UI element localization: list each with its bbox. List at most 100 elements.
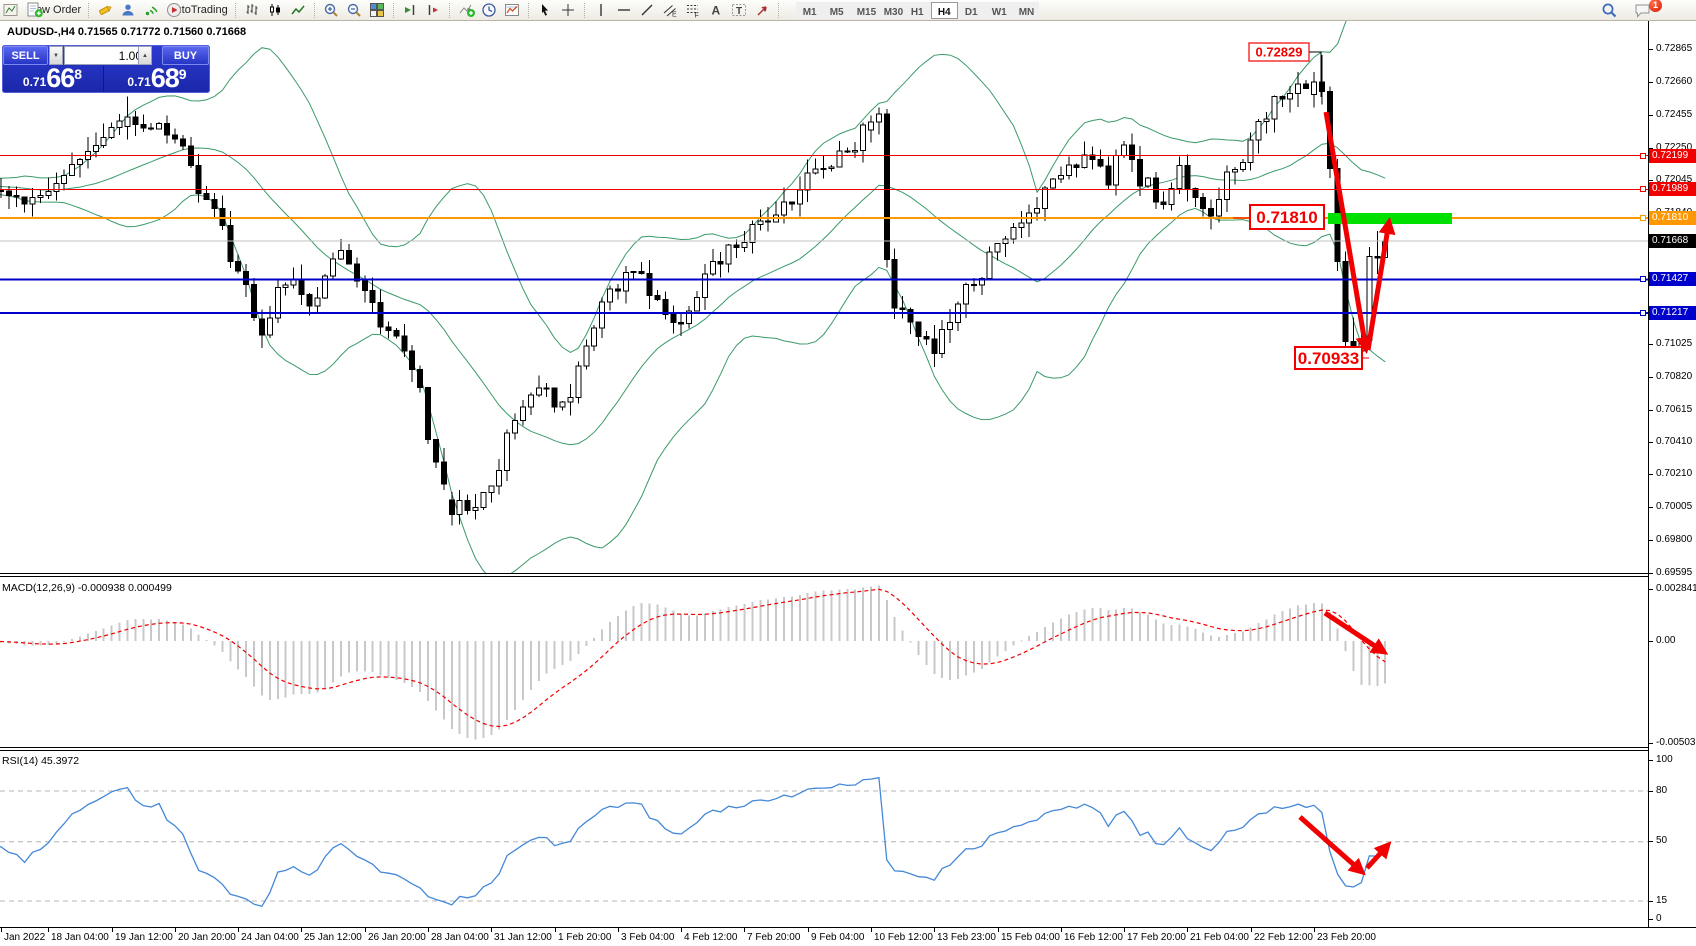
hline-knob[interactable] [1640,276,1646,282]
candle [172,129,177,144]
volume-input[interactable] [64,46,147,65]
candle [655,290,660,301]
periods-icon[interactable]: ▾ [480,1,503,20]
timeframe-d1[interactable]: D1 [958,2,985,19]
sell-button[interactable]: SELL [3,46,48,65]
zoom-out-icon[interactable] [345,1,368,20]
timeframe-m30[interactable]: M30 [877,2,904,19]
text-label-icon[interactable]: T [730,1,753,20]
templates-icon[interactable]: ▾ [503,1,526,20]
candle [671,306,676,334]
text-icon[interactable]: A [707,1,730,20]
price-tag-0.71427[interactable]: 0.71427 [1649,272,1696,286]
timeframe-mn[interactable]: MN [1012,2,1039,19]
price-callout[interactable]: 0.72829 [1249,43,1321,97]
candle [228,211,233,268]
candle [876,108,881,135]
pane-separator[interactable] [0,576,1696,577]
price-tag-0.71810[interactable]: 0.71810 [1649,211,1696,225]
rsi-pane [0,751,1648,927]
candle [774,201,779,222]
timeframe-m5[interactable]: M5 [823,2,850,19]
macd-indicator-label: MACD(12,26,9) -0.000938 0.000499 [2,582,172,594]
hline-knob[interactable] [1640,215,1646,221]
rsi-axis-label: 0 [1656,913,1662,924]
candle [1090,147,1095,170]
time-axis-tickmark [1314,928,1315,932]
volume-increase-button[interactable]: ▲ [138,46,152,65]
price-callout[interactable]: 0.71810 [1233,205,1324,229]
tile-windows-icon[interactable] [368,1,391,20]
hline-knob[interactable] [1640,186,1646,192]
horizontal-line-icon[interactable] [615,1,638,20]
profile-icon[interactable] [119,1,142,20]
signal-icon[interactable] [142,1,165,20]
pane-separator[interactable] [0,573,1696,574]
mt-logo-icon[interactable] [2,1,25,20]
cursor-icon[interactable] [536,1,559,20]
trend-arrow[interactable] [1300,817,1362,872]
timeframe-group: M1M5M15M30H1H4D1W1MN [796,2,1039,19]
time-tick-label: 23 Feb 20:00 [1317,932,1376,943]
price-axis-column[interactable]: 0.728650.726600.724550.722500.720450.718… [1649,21,1696,927]
vertical-line-icon[interactable] [592,1,615,20]
chart-shift-icon[interactable] [424,1,447,20]
candle [426,387,431,444]
candle [378,290,383,334]
fibonacci-icon[interactable]: F [684,1,707,20]
bar-chart-icon[interactable] [243,1,266,20]
equidistant-channel-icon[interactable]: E [661,1,684,20]
candle [1035,197,1040,221]
time-tick-label: 16 Feb 12:00 [1064,932,1123,943]
candle [497,459,502,494]
search-icon[interactable] [1600,1,1623,20]
macd-histogram [0,585,1386,739]
hline-knob[interactable] [1640,310,1646,316]
price-tag-0.71668[interactable]: 0.71668 [1649,234,1696,248]
crosshair-icon[interactable] [559,1,582,20]
pane-separator[interactable] [0,747,1696,748]
auto-scroll-icon[interactable] [401,1,424,20]
candle [267,306,272,338]
timeframe-h4[interactable]: H4 [931,2,958,19]
time-axis-tickmark [1187,928,1188,932]
price-callout[interactable]: 0.70933 [1295,347,1369,369]
timeframe-w1[interactable]: W1 [985,2,1012,19]
timeframe-m15[interactable]: M15 [850,2,877,19]
candle [220,196,225,230]
timeframe-m1[interactable]: M1 [796,2,823,19]
highlighter-icon[interactable] [96,1,119,20]
trendline-icon[interactable] [638,1,661,20]
candle [283,283,288,296]
candle [291,267,296,288]
sell-price-pip: 8 [74,66,82,82]
time-tick-label: 22 Feb 12:00 [1254,932,1313,943]
indicators-icon[interactable]: ▾ [457,1,480,20]
price-axis-tickmark [1649,791,1653,792]
one-click-trading-panel: SELL ▼ ▲ BUY 0.71668 0.71689 [2,45,210,93]
candle [38,190,43,203]
pane-separator[interactable] [0,750,1696,751]
timeframe-h1[interactable]: H1 [904,2,931,19]
sell-price[interactable]: 0.71668 [2,66,104,92]
price-tag-0.72199[interactable]: 0.72199 [1649,149,1696,163]
candle [663,292,668,320]
toolbar-separator [584,3,589,18]
autotrading-button[interactable]: AutoTrading [165,1,233,20]
line-chart-icon[interactable] [289,1,312,20]
buy-price[interactable]: 0.71689 [105,66,209,92]
price-tag-0.71989[interactable]: 0.71989 [1649,182,1696,196]
zoom-in-icon[interactable] [322,1,345,20]
time-axis[interactable]: Jan 202218 Jan 04:0019 Jan 12:0020 Jan 2… [0,927,1696,946]
chat-icon[interactable]: 1 [1633,1,1656,20]
candle [252,278,257,321]
time-axis-tickmark [301,928,302,932]
candle-chart-icon[interactable] [266,1,289,20]
price-tag-0.71217[interactable]: 0.71217 [1649,306,1696,320]
new-order-button[interactable]: New Order [25,1,86,20]
arrows-tool-icon[interactable]: ▾ [753,1,776,20]
candle [394,328,399,339]
time-tick-label: 4 Feb 12:00 [684,932,737,943]
candle [1296,72,1301,107]
hline-knob[interactable] [1640,153,1646,159]
